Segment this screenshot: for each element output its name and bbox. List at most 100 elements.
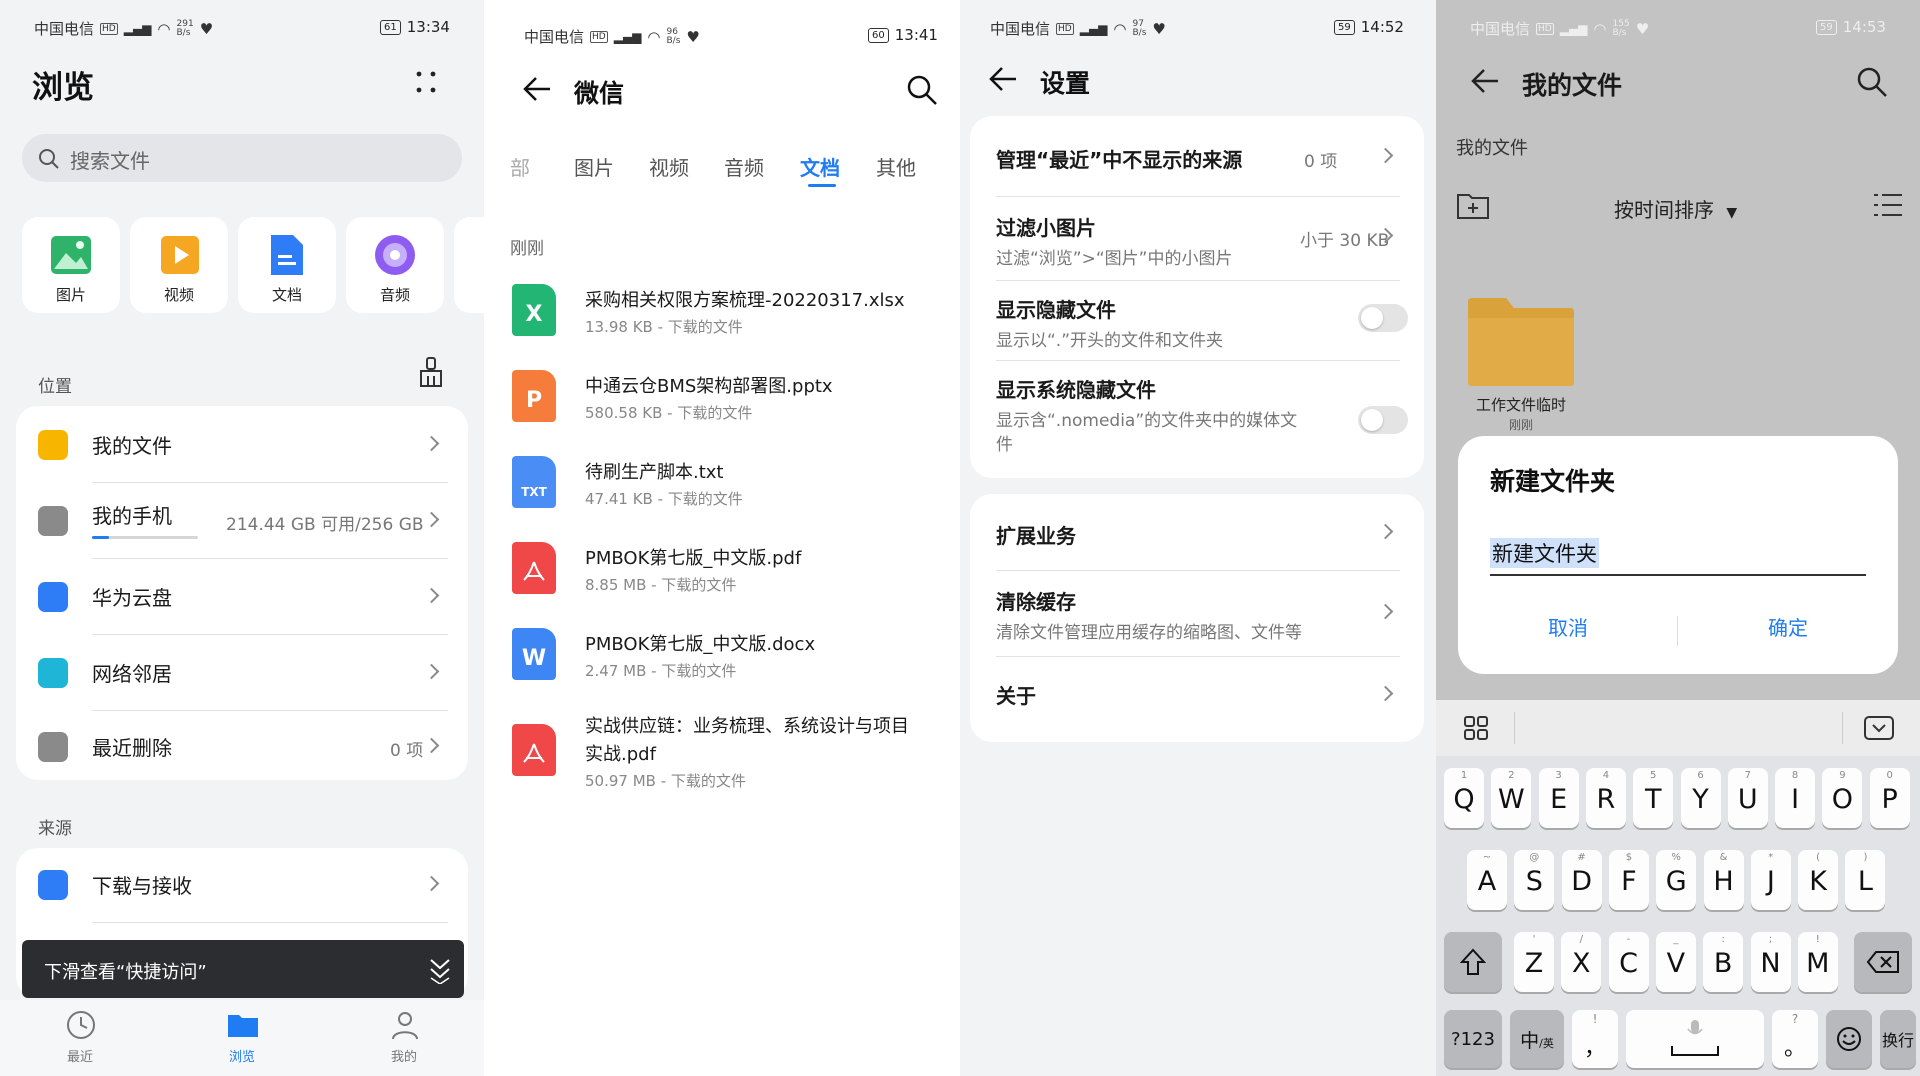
emoji-key[interactable] — [1826, 1010, 1872, 1068]
key-o[interactable]: 9O — [1822, 768, 1863, 828]
clock-time: 13:41 — [894, 26, 938, 44]
nav-recent[interactable]: 最近 — [50, 1010, 110, 1070]
key-x[interactable]: / X — [1561, 932, 1602, 992]
location-my-phone[interactable]: 我的手机 214.44 GB 可用/256 GB — [16, 482, 468, 558]
key-s[interactable]: @ S — [1514, 850, 1555, 910]
language-switch-key[interactable]: 中/英 — [1510, 1010, 1564, 1068]
key-y[interactable]: 6Y — [1680, 768, 1721, 828]
key-u[interactable]: 7U — [1727, 768, 1768, 828]
category-images[interactable]: 图片 — [22, 217, 120, 313]
key-z[interactable]: ' Z — [1514, 932, 1554, 992]
key-p[interactable]: 0P — [1869, 768, 1910, 828]
settings-group-2: 扩展业务 清除缓存 清除文件管理应用缓存的缩略图、文件等 关于 — [970, 494, 1424, 742]
numbers-key[interactable]: ?123 — [1444, 1010, 1502, 1068]
location-network[interactable]: 网络邻居 — [16, 634, 468, 710]
cancel-button[interactable]: 取消 — [1498, 612, 1638, 652]
location-recently-deleted[interactable]: 最近删除 0 项 — [16, 710, 468, 780]
back-arrow-icon[interactable] — [522, 74, 552, 104]
search-icon[interactable] — [1856, 66, 1888, 98]
comma-key[interactable]: ! ， — [1572, 1010, 1618, 1068]
confirm-button[interactable]: 确定 — [1718, 612, 1858, 652]
key-a[interactable]: ~ A — [1467, 850, 1507, 910]
tab-audio[interactable]: 音频 — [724, 152, 764, 181]
toolbar-divider — [1514, 712, 1515, 744]
tab-videos[interactable]: 视频 — [649, 152, 689, 181]
key-l[interactable]: ) L — [1845, 850, 1886, 910]
backspace-key[interactable] — [1854, 932, 1912, 992]
heart-icon: ♥ — [199, 19, 214, 38]
key-g[interactable]: % G — [1656, 850, 1697, 910]
file-row[interactable]: P 中通云仓BMS架构部署图.pptx 580.58 KB - 下载的文件 — [484, 362, 960, 438]
battery-time: 59 14:52 — [1334, 18, 1404, 36]
sort-dropdown[interactable]: 按时间排序 ▼ — [1614, 194, 1737, 223]
category-documents[interactable]: 文档 — [238, 217, 336, 313]
category-more-peek[interactable] — [454, 217, 484, 313]
space-key[interactable] — [1626, 1010, 1764, 1068]
setting-extended-services[interactable]: 扩展业务 — [970, 494, 1424, 570]
location-huawei-cloud[interactable]: 华为云盘 — [16, 558, 468, 634]
setting-about[interactable]: 关于 — [970, 656, 1424, 736]
setting-description: 清除文件管理应用缓存的缩略图、文件等 — [996, 623, 1302, 643]
toast-quick-access[interactable]: 下滑查看“快捷访问” — [22, 940, 464, 998]
setting-hidden-sources[interactable]: 管理“最近”中不显示的来源 0 项 — [970, 116, 1424, 196]
key-r[interactable]: 4R — [1585, 768, 1626, 828]
category-label: 音频 — [379, 286, 410, 304]
bottom-nav: 最近 浏览 我的 — [0, 1000, 484, 1076]
key-d[interactable]: # D — [1561, 850, 1602, 910]
key-j[interactable]: * J — [1750, 850, 1791, 910]
clock-time: 14:52 — [1360, 18, 1404, 36]
category-audio[interactable]: 音频 — [346, 217, 444, 313]
tab-other[interactable]: 其他 — [876, 152, 916, 181]
key-v[interactable]: _ V — [1655, 932, 1696, 992]
file-row[interactable]: TXT 待刷生产脚本.txt 47.41 KB - 下载的文件 — [484, 448, 960, 524]
collapse-keyboard-icon[interactable] — [1864, 716, 1894, 740]
back-arrow-icon[interactable] — [1470, 66, 1500, 96]
key-c[interactable]: -C — [1608, 932, 1649, 992]
key-q[interactable]: 1Q — [1444, 768, 1484, 828]
tab-all[interactable]: 部 — [510, 152, 530, 181]
file-row[interactable]: 实战供应链：业务梳理、系统设计与项目 实战.pdf 50.97 MB - 下载的… — [484, 706, 960, 806]
key-t[interactable]: 5T — [1633, 768, 1674, 828]
key-letter: A — [1477, 866, 1497, 897]
clean-icon[interactable] — [418, 356, 444, 388]
search-input[interactable]: 搜索文件 — [22, 134, 462, 182]
enter-key[interactable]: 换行 — [1880, 1010, 1916, 1068]
key-n[interactable]: ; N — [1750, 932, 1791, 992]
tab-documents[interactable]: 文档 — [800, 152, 840, 181]
nav-mine[interactable]: 我的 — [374, 1010, 434, 1070]
setting-clear-cache[interactable]: 清除缓存 清除文件管理应用缓存的缩略图、文件等 — [970, 570, 1424, 656]
key-e[interactable]: 3E — [1538, 768, 1579, 828]
location-my-files[interactable]: 我的文件 — [16, 406, 468, 482]
chevron-right-icon — [1377, 147, 1394, 164]
file-row[interactable]: X 采购相关权限方案梳理-20220317.xlsx 13.98 KB - 下载… — [484, 276, 960, 352]
period-key[interactable]: ? 。 — [1772, 1010, 1818, 1068]
file-row[interactable]: W PMBOK第七版_中文版.docx 2.47 MB - 下载的文件 — [484, 620, 960, 696]
list-view-icon[interactable] — [1874, 192, 1902, 218]
key-k[interactable]: (K — [1798, 850, 1839, 910]
key-i[interactable]: 8I — [1775, 768, 1816, 828]
file-row[interactable]: PMBOK第七版_中文版.pdf 8.85 MB - 下载的文件 — [484, 534, 960, 610]
toggle-show-system-hidden-files[interactable] — [1358, 406, 1408, 434]
shift-key[interactable] — [1444, 932, 1502, 992]
breadcrumb[interactable]: 我的文件 — [1456, 134, 1528, 160]
folder-name-input[interactable]: 新建文件夹 — [1490, 536, 1866, 576]
key-b[interactable]: :B — [1703, 932, 1744, 992]
key-f[interactable]: $ F — [1608, 850, 1649, 910]
source-downloads[interactable]: 下载与接收 — [16, 848, 468, 922]
nav-browse[interactable]: 浏览 — [212, 1010, 272, 1070]
folder-item[interactable]: 工作文件临时 刚刚 — [1466, 296, 1596, 436]
key-h[interactable]: & H — [1703, 850, 1744, 910]
key-m[interactable]: ! M — [1797, 932, 1838, 992]
category-videos[interactable]: 视频 — [130, 217, 228, 313]
new-folder-icon[interactable] — [1456, 192, 1490, 220]
back-arrow-icon[interactable] — [988, 64, 1018, 94]
more-icon[interactable] — [414, 70, 438, 94]
setting-filter-small-images[interactable]: 过滤小图片 过滤“浏览”>“图片”中的小图片 小于 30 KB — [970, 196, 1424, 280]
tab-images[interactable]: 图片 — [574, 152, 614, 181]
toggle-show-hidden-files[interactable] — [1358, 304, 1408, 332]
grid-menu-icon[interactable] — [1464, 716, 1488, 740]
search-icon[interactable] — [906, 74, 938, 106]
key-w[interactable]: 2W — [1491, 768, 1532, 828]
key-letter: M — [1806, 948, 1830, 979]
key-letter: F — [1621, 866, 1637, 897]
